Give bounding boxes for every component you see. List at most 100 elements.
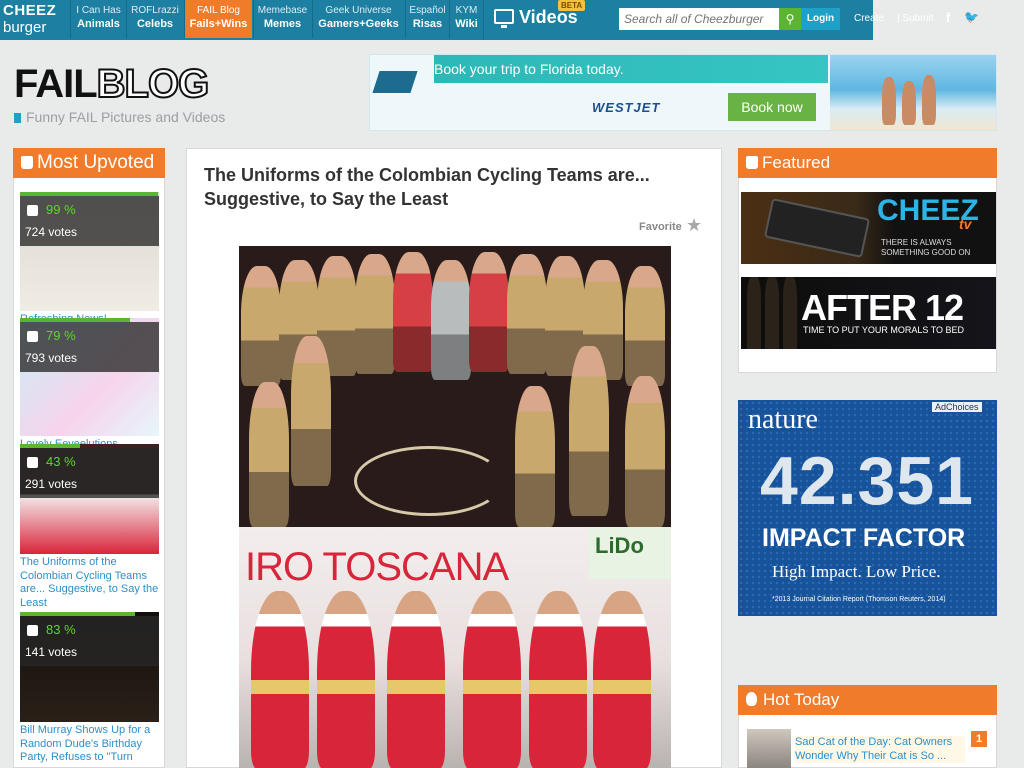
cheezburger-logo[interactable]: CHEEZ burger [0,0,70,40]
lido-sponsor-sign: LiDo [589,527,671,579]
featured-header: Featured [738,148,997,178]
nav-item-site: ROFLrazzi [131,5,179,16]
vote-stats: 79 % 793 votes [20,322,159,372]
rider-figure [249,382,289,527]
vote-count: 793 votes [25,351,78,365]
after-12-title: AFTER 12 [801,287,964,328]
list-item-title[interactable]: Bill Murray Shows Up for a Random Dude's… [20,722,159,765]
nav-item-animals[interactable]: I Can Has Animals [70,0,126,38]
upvote-percent: 43 % [46,454,76,469]
post-thumbnail[interactable]: 79 % 793 votes [20,318,159,436]
bottle-image [747,277,761,349]
rider-figure [625,266,665,386]
logo-fail: FAIL [14,62,98,106]
post-thumbnail[interactable]: 99 % 724 votes [20,192,159,311]
cheez-tv-promo[interactable]: CHEEZ tv THERE IS ALWAYS SOMETHING GOOD … [741,192,996,264]
thumbs-up-icon [27,457,38,468]
tv-icon [494,9,514,28]
nav-item-wiki[interactable]: KYM Wiki [449,0,483,38]
after-12-subtitle: TIME TO PUT YOUR MORALS TO BED [803,325,965,335]
login-button[interactable]: Login [801,8,840,30]
nav-item-celebs[interactable]: ROFLrazzi Celebs [126,0,183,38]
favorite-label[interactable]: Favorite [639,221,682,233]
search-button[interactable]: ⚲ [779,8,801,30]
logo-line-1: CHEEZ [3,2,57,19]
remote-control-image [763,198,871,258]
vote-count: 141 votes [25,645,78,659]
failblog-logo[interactable]: FAILBLOG [14,61,211,107]
nav-item-videos[interactable]: Videos BETA [483,0,613,40]
nav-item-gamers-geeks[interactable]: Geek Universe Gamers+Geeks [312,0,404,38]
adchoices-label[interactable]: AdChoices [932,402,982,412]
post-card: The Uniforms of the Colombian Cycling Te… [186,148,722,768]
nature-citation: *2013 Journal Citation Report (Thomson R… [772,596,946,603]
nature-ad[interactable]: nature AdChoices 42.351 IMPACT FACTOR Hi… [738,400,997,616]
person-figure [922,75,936,125]
rider-figure [387,591,445,768]
flame-icon [746,692,757,706]
featured-title: Featured [762,153,831,172]
nav-item-category: Fails+Wins [189,18,248,30]
westjet-logo-mark [372,71,418,93]
list-item[interactable]: 43 % 291 votes The Uniforms of the Colom… [20,444,159,610]
most-upvoted-list: 99 % 724 votes Refreshing News! 79 % 793… [13,178,165,768]
post-image-men-team [239,246,671,527]
rider-figure [291,336,331,486]
list-item[interactable]: 79 % 793 votes Lovely Eeveelutions [20,318,159,452]
vote-stats: 83 % 141 votes [20,616,159,666]
search-icon: ⚲ [785,12,795,26]
nav-item-category: Gamers+Geeks [318,18,399,30]
bottle-image [783,277,797,349]
after-12-promo[interactable]: AFTER 12 TIME TO PUT YOUR MORALS TO BED [741,277,996,349]
nature-tagline: High Impact. Low Price. [772,562,941,581]
rider-figure [241,266,281,386]
tv-icon [746,156,758,169]
search-input[interactable] [619,8,779,30]
beta-badge: BETA [558,0,586,11]
post-title[interactable]: The Uniforms of the Colombian Cycling Te… [204,163,704,211]
twitter-icon[interactable]: 🐦 [964,10,979,24]
create-link[interactable]: Create [854,13,884,24]
rider-figure [463,591,521,768]
star-icon[interactable]: ★ [686,215,702,236]
upvote-percent: 99 % [46,202,76,217]
post-thumbnail[interactable]: 83 % 141 votes [20,612,159,722]
impact-factor-label: IMPACT FACTOR [762,524,966,552]
nav-item-site: FAIL Blog [197,5,240,16]
facebook-icon[interactable]: f [946,10,950,25]
bottle-image [765,277,779,349]
list-item-title[interactable]: The Uniforms of the Colombian Cycling Te… [20,554,159,610]
westjet-wordmark: WESTJET [592,100,661,115]
site-tagline: Funny FAIL Pictures and Videos [14,109,225,125]
thumbs-up-icon [27,625,38,636]
upvote-percent: 79 % [46,328,76,343]
book-now-button[interactable]: Book now [728,93,816,121]
hot-item-thumbnail[interactable] [747,729,791,768]
hot-today-title: Hot Today [763,690,840,709]
thumbs-up-icon [27,205,38,216]
vote-count: 291 votes [25,477,78,491]
person-figure [902,81,916,125]
list-item[interactable]: 99 % 724 votes Refreshing News! [20,192,159,327]
tagline-text: Funny FAIL Pictures and Videos [26,109,226,125]
list-item[interactable]: 83 % 141 votes Bill Murray Shows Up for … [20,612,159,765]
rider-figure [529,591,587,768]
rider-figure [469,252,509,372]
impact-number: 42.351 [760,443,974,519]
nav-item-risas[interactable]: Español Risas [405,0,449,38]
nav-item-category: Animals [77,18,120,30]
westjet-ad-banner[interactable]: Book your trip to Florida today. WESTJET… [369,54,997,131]
hot-item-title[interactable]: Sad Cat of the Day: Cat Owners Wonder Wh… [795,736,965,763]
nav-item-fails-wins[interactable]: FAIL Blog Fails+Wins [184,0,252,38]
nav-item-site: I Can Has [76,5,121,16]
nav-item-category: Wiki [455,18,478,30]
post-thumbnail[interactable]: 43 % 291 votes [20,444,159,554]
logo-blog: BLOG [96,61,211,107]
beach-photo [830,55,996,130]
most-upvoted-title: Most Upvoted [37,152,155,173]
nav-item-site: KYM [455,5,478,16]
rider-figure [393,252,433,372]
hot-today-list: Sad Cat of the Day: Cat Owners Wonder Wh… [738,715,997,768]
nav-item-memes[interactable]: Memebase Memes [253,0,311,38]
submit-link[interactable]: | Submit [897,13,934,24]
